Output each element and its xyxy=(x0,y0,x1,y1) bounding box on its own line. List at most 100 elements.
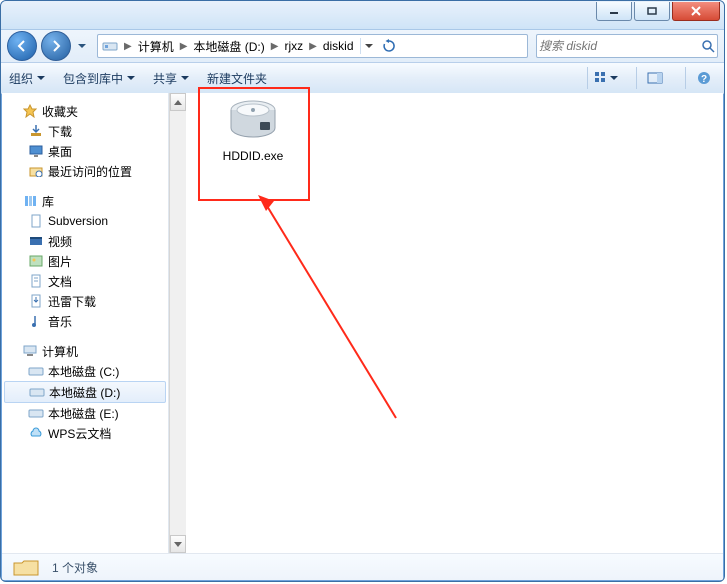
view-options-button[interactable] xyxy=(587,67,618,89)
desktop-icon xyxy=(28,143,44,159)
tree-item-label: 本地磁盘 (D:) xyxy=(49,384,120,401)
breadcrumb-item[interactable]: 计算机 xyxy=(136,38,176,55)
sidebar-item-drive-c[interactable]: 本地磁盘 (C:) xyxy=(2,361,168,381)
libraries-group[interactable]: 库 xyxy=(2,191,168,211)
organize-label: 组织 xyxy=(9,70,33,87)
computer-icon xyxy=(22,343,38,359)
libraries-icon xyxy=(22,193,38,209)
tree-item-label: 最近访问的位置 xyxy=(48,163,132,180)
breadcrumb[interactable]: ▶ 计算机 ▶ 本地磁盘 (D:) ▶ rjxz ▶ diskid xyxy=(97,34,528,58)
document-icon xyxy=(28,273,44,289)
favorites-group[interactable]: 收藏夹 xyxy=(2,101,168,121)
include-label: 包含到库中 xyxy=(63,70,123,87)
sidebar-item-recent[interactable]: 最近访问的位置 xyxy=(2,161,168,181)
explorer-body: 收藏夹 下载 桌面 最近访问的位置 xyxy=(2,93,723,553)
drive-icon xyxy=(102,38,118,54)
document-icon xyxy=(28,213,44,229)
file-list-pane[interactable]: HDDID.exe xyxy=(186,93,723,553)
search-icon[interactable] xyxy=(698,39,717,53)
drive-icon xyxy=(28,363,44,379)
scroll-down-icon[interactable] xyxy=(170,535,186,553)
explorer-window: ▶ 计算机 ▶ 本地磁盘 (D:) ▶ rjxz ▶ diskid 组织 xyxy=(0,0,725,582)
share-menu[interactable]: 共享 xyxy=(153,70,189,87)
refresh-icon[interactable] xyxy=(381,38,397,54)
preview-pane-button[interactable] xyxy=(636,67,667,89)
sidebar-item-music[interactable]: 音乐 xyxy=(2,311,168,331)
maximize-button[interactable] xyxy=(634,2,670,21)
include-in-library-menu[interactable]: 包含到库中 xyxy=(63,70,135,87)
minimize-button[interactable] xyxy=(596,2,632,21)
chevron-down-icon xyxy=(37,76,45,80)
cloud-icon xyxy=(28,425,44,441)
breadcrumb-item[interactable]: diskid xyxy=(321,39,356,53)
search-box[interactable] xyxy=(536,34,718,58)
drive-icon xyxy=(29,384,45,400)
file-name-label: HDDID.exe xyxy=(210,149,296,163)
music-icon xyxy=(28,313,44,329)
navigation-pane: 收藏夹 下载 桌面 最近访问的位置 xyxy=(2,93,169,553)
sidebar-item-thunder[interactable]: 迅雷下载 xyxy=(2,291,168,311)
tree-item-label: 图片 xyxy=(48,253,72,270)
breadcrumb-item[interactable]: rjxz xyxy=(282,39,305,53)
sidebar-item-drive-e[interactable]: 本地磁盘 (E:) xyxy=(2,403,168,423)
chevron-down-icon xyxy=(181,76,189,80)
new-folder-label: 新建文件夹 xyxy=(207,70,267,87)
tree-item-label: 本地磁盘 (C:) xyxy=(48,363,119,380)
annotation-arrow xyxy=(256,193,416,423)
sidebar-item-drive-d[interactable]: 本地磁盘 (D:) xyxy=(4,381,166,403)
tree-item-label: Subversion xyxy=(48,214,108,228)
search-input[interactable] xyxy=(537,38,698,54)
command-bar: 组织 包含到库中 共享 新建文件夹 ? xyxy=(1,63,724,94)
computer-label: 计算机 xyxy=(42,343,78,360)
nav-history-dropdown[interactable] xyxy=(75,32,89,60)
chevron-down-icon xyxy=(610,76,618,80)
tree-item-label: 音乐 xyxy=(48,313,72,330)
tree-item-label: WPS云文档 xyxy=(48,425,111,442)
path-dropdown-icon[interactable] xyxy=(360,38,377,54)
scroll-track[interactable] xyxy=(170,111,186,535)
chevron-down-icon xyxy=(127,76,135,80)
favorites-label: 收藏夹 xyxy=(42,103,78,120)
tree-item-label: 视频 xyxy=(48,233,72,250)
downloads-icon xyxy=(28,123,44,139)
forward-button[interactable] xyxy=(41,31,71,61)
file-item-hddid[interactable]: HDDID.exe xyxy=(210,97,296,163)
new-folder-button[interactable]: 新建文件夹 xyxy=(207,70,267,87)
tree-item-label: 文档 xyxy=(48,273,72,290)
chevron-right-icon: ▶ xyxy=(120,41,136,52)
video-icon xyxy=(28,233,44,249)
sidebar-item-videos[interactable]: 视频 xyxy=(2,231,168,251)
breadcrumb-item[interactable]: 本地磁盘 (D:) xyxy=(191,38,266,55)
hard-disk-icon xyxy=(224,97,282,145)
chevron-right-icon: ▶ xyxy=(305,41,321,52)
sidebar-item-documents[interactable]: 文档 xyxy=(2,271,168,291)
star-icon xyxy=(22,103,38,119)
recent-icon xyxy=(28,163,44,179)
sidebar-item-pictures[interactable]: 图片 xyxy=(2,251,168,271)
status-bar: 1 个对象 xyxy=(2,553,723,580)
svg-text:?: ? xyxy=(701,74,707,85)
tree-item-label: 本地磁盘 (E:) xyxy=(48,405,119,422)
libraries-label: 库 xyxy=(42,193,54,210)
share-label: 共享 xyxy=(153,70,177,87)
sidebar-item-wps-cloud[interactable]: WPS云文档 xyxy=(2,423,168,443)
navbar: ▶ 计算机 ▶ 本地磁盘 (D:) ▶ rjxz ▶ diskid xyxy=(1,30,724,63)
pictures-icon xyxy=(28,253,44,269)
sidebar-item-desktop[interactable]: 桌面 xyxy=(2,141,168,161)
folder-icon xyxy=(10,556,42,578)
scroll-up-icon[interactable] xyxy=(170,93,186,111)
close-button[interactable] xyxy=(672,2,720,21)
organize-menu[interactable]: 组织 xyxy=(9,70,45,87)
tree-item-label: 下载 xyxy=(48,123,72,140)
drive-icon xyxy=(28,405,44,421)
tree-item-label: 迅雷下载 xyxy=(48,293,96,310)
sidebar-item-subversion[interactable]: Subversion xyxy=(2,211,168,231)
help-button[interactable]: ? xyxy=(685,67,716,89)
sidebar-scrollbar[interactable] xyxy=(169,93,186,553)
status-text: 1 个对象 xyxy=(52,559,98,576)
sidebar-item-downloads[interactable]: 下载 xyxy=(2,121,168,141)
back-button[interactable] xyxy=(7,31,37,61)
chevron-right-icon: ▶ xyxy=(176,41,192,52)
computer-group[interactable]: 计算机 xyxy=(2,341,168,361)
titlebar xyxy=(1,1,724,30)
